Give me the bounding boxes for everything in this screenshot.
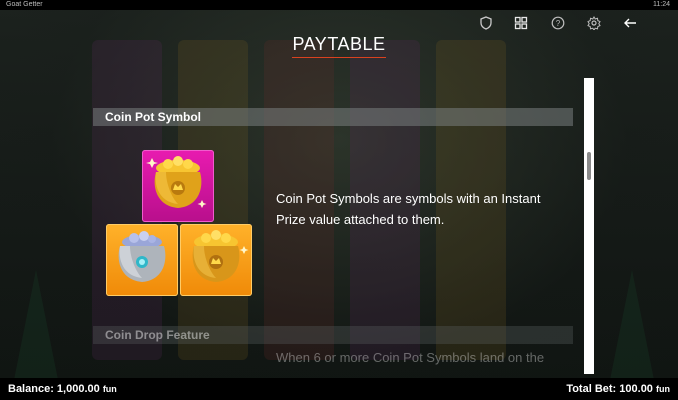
clock: 11:24	[653, 1, 670, 8]
bg-tree	[610, 270, 654, 380]
game-name: Goat Getter	[6, 1, 43, 8]
total-bet-display: Total Bet: 100.00 fun	[566, 378, 670, 400]
scrollbar-track[interactable]	[584, 78, 594, 374]
bg-tree	[14, 270, 58, 380]
balance-currency: fun	[102, 384, 117, 394]
section-description: When 6 or more Coin Pot Symbols land on …	[276, 350, 545, 365]
section-header-coin-drop: Coin Drop Feature	[93, 326, 573, 344]
gold-coin-pot-symbol	[142, 150, 214, 222]
section-header-coin-pot: Coin Pot Symbol	[93, 108, 573, 126]
section-description: Coin Pot Symbols are symbols with an Ins…	[276, 191, 541, 227]
total-bet-currency: fun	[656, 384, 670, 394]
title-underline	[292, 57, 386, 58]
page-title: PAYTABLE	[292, 34, 386, 54]
balance-display: Balance: 1,000.00 fun	[8, 378, 117, 400]
gear-icon[interactable]	[585, 14, 603, 32]
silver-coin-pot-icon	[118, 231, 166, 282]
silver-coin-pot-symbol	[106, 224, 178, 296]
total-bet-label: Total Bet:	[566, 383, 617, 395]
balance-label: Balance:	[8, 383, 54, 395]
gold-coin-pot-symbol	[180, 224, 252, 296]
svg-text:?: ?	[556, 19, 561, 28]
total-bet-value: 100.00	[619, 383, 653, 395]
grid-icon[interactable]	[512, 14, 530, 32]
scrollbar-thumb[interactable]	[587, 152, 591, 180]
back-arrow-icon[interactable]	[621, 14, 639, 32]
bottom-status-bar: Balance: 1,000.00 fun Total Bet: 100.00 …	[0, 378, 678, 400]
gold-coin-pot-icon	[146, 156, 207, 208]
section-title: Coin Pot Symbol	[105, 110, 201, 124]
section-title: Coin Drop Feature	[105, 328, 210, 342]
help-icon[interactable]: ?	[549, 14, 567, 32]
balance-value: 1,000.00	[56, 383, 100, 395]
system-top-bar: Goat Getter 11:24	[0, 0, 678, 10]
gold-coin-pot-icon	[192, 230, 249, 282]
shield-icon[interactable]	[477, 14, 495, 32]
